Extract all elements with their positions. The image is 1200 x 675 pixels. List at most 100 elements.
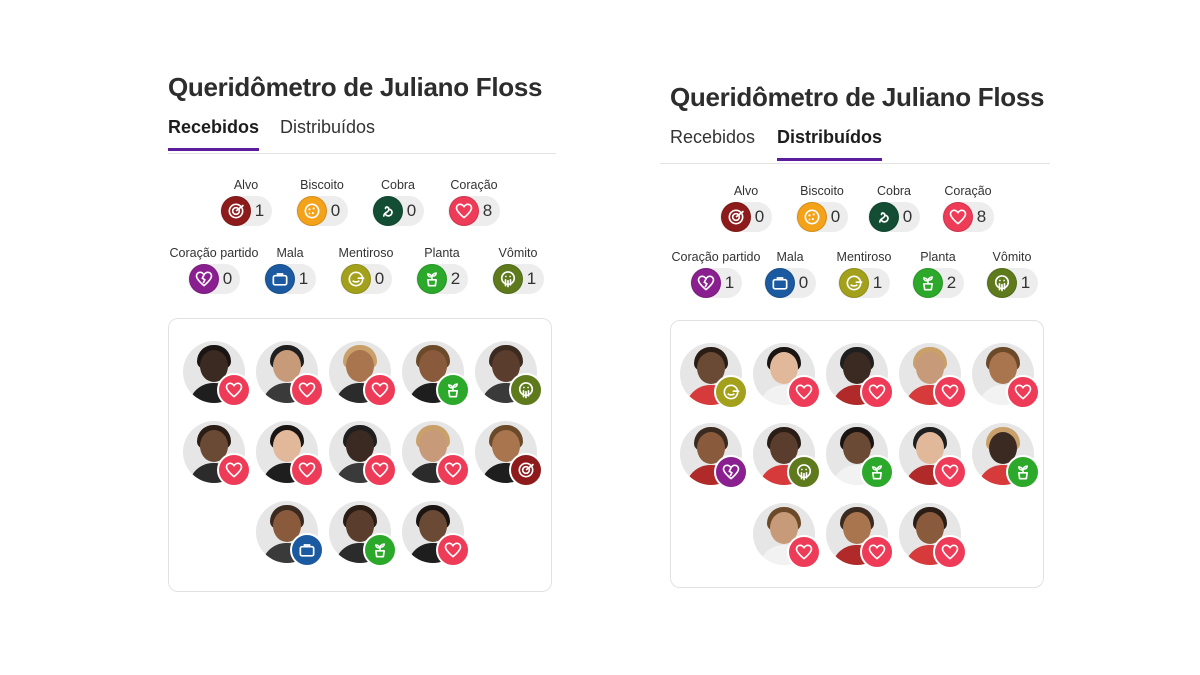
participant-avatar[interactable]: [402, 341, 470, 407]
emoji-summary-row-1: Alvo 0 Biscoito 0 Cobra 0 Coração 8: [668, 184, 1048, 244]
heart-icon: [787, 375, 821, 409]
heart-icon: [363, 373, 397, 407]
cookie-icon: [296, 196, 327, 226]
broken-heart-icon: [714, 455, 748, 489]
tab-bar: Recebidos Distribuídos: [660, 123, 1050, 164]
heart-icon: [1006, 375, 1040, 409]
emoji-count: 8: [976, 207, 987, 226]
participant-avatar[interactable]: [753, 343, 821, 409]
heart-icon: [217, 453, 251, 487]
emoji-count: 0: [798, 273, 809, 292]
vomit-face-icon: [787, 455, 821, 489]
emoji-label: Vômito: [992, 250, 1032, 264]
heart-icon: [436, 453, 470, 487]
liar-face-icon: [714, 375, 748, 409]
participants-card-left: [168, 318, 552, 592]
participant-avatar[interactable]: [826, 423, 894, 489]
emoji-vomito: Vômito 1: [962, 250, 1062, 298]
heart-icon: [942, 202, 973, 232]
plant-icon: [912, 268, 943, 298]
emoji-count: 0: [754, 207, 765, 226]
participant-avatar[interactable]: [680, 423, 748, 489]
suitcase-icon: [290, 533, 324, 567]
participant-avatar[interactable]: [183, 341, 251, 407]
suitcase-icon: [764, 268, 795, 298]
cookie-icon: [796, 202, 827, 232]
heart-icon: [448, 196, 479, 226]
emoji-count: 1: [526, 269, 537, 288]
plant-icon: [860, 455, 894, 489]
heart-icon: [787, 535, 821, 569]
participant-avatar[interactable]: [972, 343, 1040, 409]
participant-avatar[interactable]: [753, 503, 821, 569]
heart-icon: [933, 455, 967, 489]
plant-icon: [1006, 455, 1040, 489]
tab-recebidos[interactable]: Recebidos: [670, 127, 755, 158]
participants-card-right: [670, 320, 1044, 588]
target-icon: [220, 196, 251, 226]
heart-icon: [860, 375, 894, 409]
emoji-count: 0: [830, 207, 841, 226]
participant-avatar[interactable]: [753, 423, 821, 489]
emoji-count: 2: [450, 269, 461, 288]
participant-avatar[interactable]: [826, 503, 894, 569]
participant-avatar[interactable]: [899, 343, 967, 409]
participant-avatar[interactable]: [899, 503, 967, 569]
vomit-face-icon: [986, 268, 1017, 298]
vomit-face-icon: [509, 373, 543, 407]
plant-icon: [436, 373, 470, 407]
emoji-count: 0: [330, 201, 341, 220]
emoji-count: 1: [1020, 273, 1031, 292]
queridometro-panel-left: Queridômetro de Juliano Floss Recebidos …: [168, 72, 556, 154]
broken-heart-icon: [690, 268, 721, 298]
emoji-vomito: Vômito 1: [468, 246, 568, 294]
page-title: Queridômetro de Juliano Floss: [168, 72, 543, 102]
liar-face-icon: [838, 268, 869, 298]
target-icon: [509, 453, 543, 487]
emoji-count: 1: [872, 273, 883, 292]
emoji-count: 1: [724, 273, 735, 292]
emoji-summary-row-2: Coração partido 1 Mala 0 Mentiroso 1 Planta…: [662, 250, 1062, 310]
participant-avatar[interactable]: [256, 501, 324, 567]
tab-recebidos[interactable]: Recebidos: [168, 117, 260, 151]
participant-avatar[interactable]: [256, 421, 324, 487]
participant-avatar[interactable]: [402, 421, 470, 487]
participant-avatar[interactable]: [329, 341, 397, 407]
tab-bar: Recebidos Distribuídos: [168, 113, 556, 154]
page-title: Queridômetro de Juliano Floss: [670, 82, 1045, 112]
tab-distribuidos[interactable]: Distribuídos: [777, 127, 883, 161]
tab-distribuidos[interactable]: Distribuídos: [280, 117, 375, 148]
participant-avatar[interactable]: [680, 343, 748, 409]
emoji-count: 0: [222, 269, 233, 288]
broken-heart-icon: [188, 264, 219, 294]
participant-avatar[interactable]: [899, 423, 967, 489]
participant-avatar[interactable]: [826, 343, 894, 409]
emoji-label: Coração: [944, 184, 992, 198]
participant-avatar[interactable]: [256, 341, 324, 407]
emoji-count: 0: [374, 269, 385, 288]
heart-icon: [933, 535, 967, 569]
emoji-count: 2: [946, 273, 957, 292]
participant-avatar[interactable]: [475, 341, 543, 407]
snake-icon: [868, 202, 899, 232]
target-icon: [720, 202, 751, 232]
participant-avatar[interactable]: [329, 501, 397, 567]
participant-avatar[interactable]: [402, 501, 470, 567]
suitcase-icon: [264, 264, 295, 294]
vomit-face-icon: [492, 264, 523, 294]
snake-icon: [372, 196, 403, 226]
emoji-count: 1: [298, 269, 309, 288]
heart-icon: [933, 375, 967, 409]
plant-icon: [416, 264, 447, 294]
emoji-label: Coração: [450, 178, 498, 192]
heart-icon: [363, 453, 397, 487]
participant-avatar[interactable]: [183, 421, 251, 487]
heart-icon: [217, 373, 251, 407]
participant-avatar[interactable]: [329, 421, 397, 487]
heart-icon: [436, 533, 470, 567]
participant-avatar[interactable]: [475, 421, 543, 487]
participant-avatar[interactable]: [972, 423, 1040, 489]
liar-face-icon: [340, 264, 371, 294]
plant-icon: [363, 533, 397, 567]
emoji-count: 0: [902, 207, 913, 226]
